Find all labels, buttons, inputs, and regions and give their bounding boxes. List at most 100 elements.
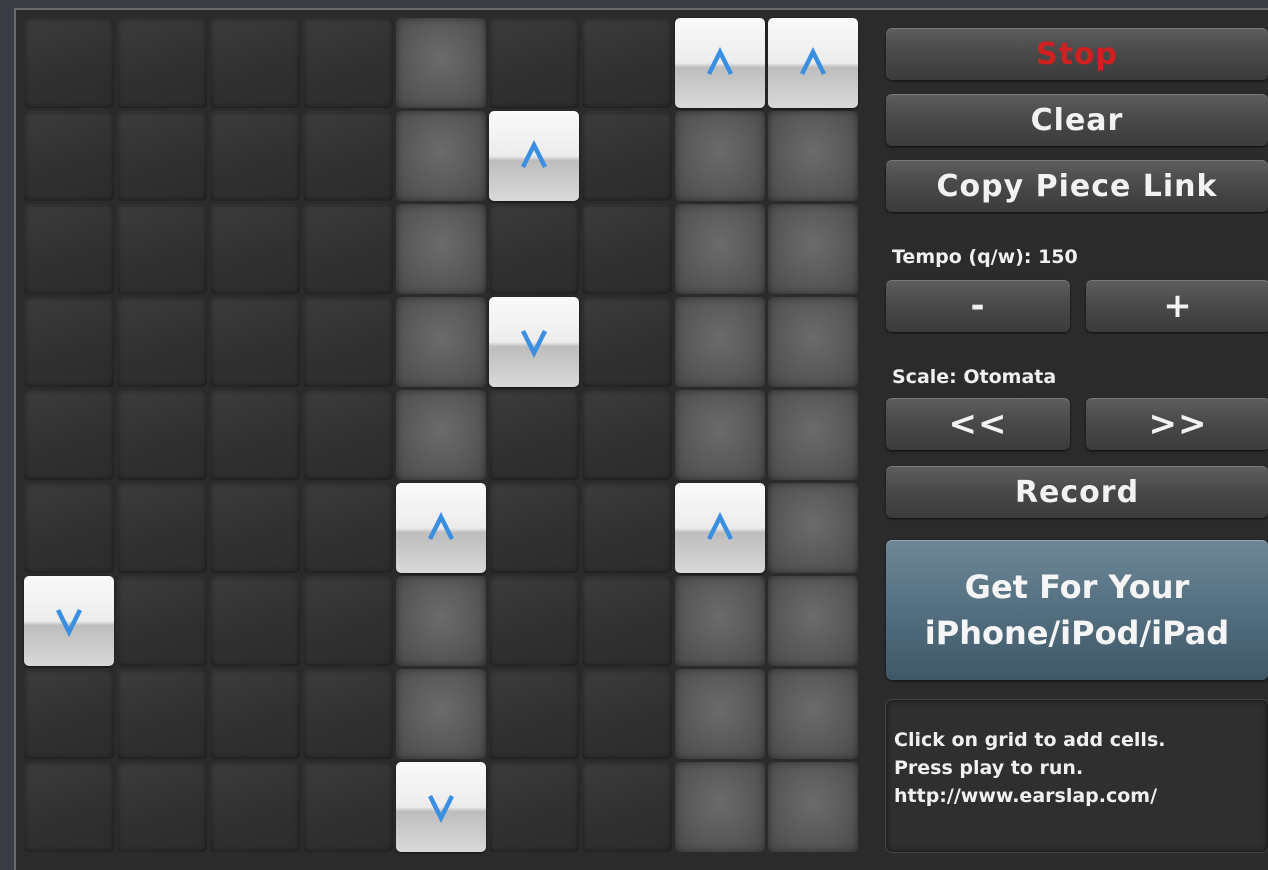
grid-cell[interactable] bbox=[117, 576, 207, 666]
grid-cell[interactable] bbox=[675, 390, 765, 480]
grid-cell[interactable] bbox=[210, 297, 300, 387]
grid-cell[interactable] bbox=[489, 576, 579, 666]
grid-cell[interactable] bbox=[675, 204, 765, 294]
grid-cell[interactable] bbox=[117, 204, 207, 294]
grid-cell[interactable] bbox=[675, 762, 765, 852]
grid-cell[interactable] bbox=[303, 762, 393, 852]
promo-line-1: Get For Your bbox=[964, 568, 1190, 606]
grid-cell[interactable] bbox=[582, 18, 672, 108]
grid-cell[interactable] bbox=[303, 576, 393, 666]
tempo-increase-button[interactable]: + bbox=[1086, 280, 1268, 332]
grid-cell[interactable] bbox=[210, 18, 300, 108]
grid-cell[interactable] bbox=[768, 204, 858, 294]
grid-cell[interactable] bbox=[489, 669, 579, 759]
grid-cell[interactable] bbox=[768, 111, 858, 201]
grid-cell[interactable] bbox=[768, 483, 858, 573]
grid-cell[interactable] bbox=[768, 576, 858, 666]
grid-cell[interactable] bbox=[489, 762, 579, 852]
get-app-promo-button[interactable]: Get For Your iPhone/iPod/iPad bbox=[886, 540, 1268, 680]
grid-cell[interactable] bbox=[117, 762, 207, 852]
grid-cell[interactable] bbox=[24, 111, 114, 201]
grid-cell[interactable] bbox=[303, 390, 393, 480]
grid-cell[interactable] bbox=[675, 111, 765, 201]
grid-cell[interactable] bbox=[582, 390, 672, 480]
control-panel: Stop Clear Copy Piece Link Tempo (q/w): … bbox=[872, 18, 1268, 852]
grid-cell[interactable] bbox=[24, 18, 114, 108]
grid-cell[interactable] bbox=[396, 669, 486, 759]
arrow-up-icon bbox=[799, 47, 827, 76]
grid-cell[interactable] bbox=[489, 18, 579, 108]
grid-cell[interactable] bbox=[210, 576, 300, 666]
grid-cell[interactable] bbox=[489, 390, 579, 480]
grid-cell[interactable] bbox=[24, 390, 114, 480]
grid-cell[interactable] bbox=[489, 204, 579, 294]
grid-cell[interactable] bbox=[117, 297, 207, 387]
grid-cell[interactable] bbox=[210, 762, 300, 852]
grid-cell-active-up[interactable] bbox=[489, 111, 579, 201]
grid-cell[interactable] bbox=[117, 18, 207, 108]
scale-prev-button[interactable]: << bbox=[886, 398, 1070, 450]
scale-label: Scale: Otomata bbox=[892, 366, 1057, 388]
grid-cell[interactable] bbox=[396, 576, 486, 666]
grid-cell[interactable] bbox=[396, 18, 486, 108]
grid-cell[interactable] bbox=[24, 483, 114, 573]
website-link[interactable]: http://www.earslap.com/ bbox=[894, 782, 1268, 810]
grid-cell-active-up[interactable] bbox=[675, 18, 765, 108]
grid-cell[interactable] bbox=[24, 204, 114, 294]
arrow-up-icon bbox=[520, 140, 548, 169]
grid-cell[interactable] bbox=[117, 390, 207, 480]
grid-cell[interactable] bbox=[582, 576, 672, 666]
stop-button[interactable]: Stop bbox=[886, 28, 1268, 80]
grid-cell-active-down[interactable] bbox=[489, 297, 579, 387]
grid-cell[interactable] bbox=[396, 204, 486, 294]
grid-cell[interactable] bbox=[582, 762, 672, 852]
grid-cell[interactable] bbox=[768, 669, 858, 759]
grid-cell[interactable] bbox=[210, 669, 300, 759]
grid-cell[interactable] bbox=[303, 18, 393, 108]
grid-cell[interactable] bbox=[303, 669, 393, 759]
clear-button[interactable]: Clear bbox=[886, 94, 1268, 146]
grid-cell[interactable] bbox=[210, 483, 300, 573]
grid-cell[interactable] bbox=[210, 204, 300, 294]
grid-cell-active-up[interactable] bbox=[396, 483, 486, 573]
grid-cell[interactable] bbox=[675, 576, 765, 666]
grid-cell-active-down[interactable] bbox=[24, 576, 114, 666]
record-button[interactable]: Record bbox=[886, 466, 1268, 518]
grid-cell[interactable] bbox=[24, 669, 114, 759]
grid-cell[interactable] bbox=[303, 483, 393, 573]
grid-cell[interactable] bbox=[210, 111, 300, 201]
grid-cell-active-up[interactable] bbox=[675, 483, 765, 573]
instruction-line-2: Press play to run. bbox=[894, 757, 1084, 779]
arrow-down-icon bbox=[55, 608, 83, 637]
grid-cell[interactable] bbox=[117, 669, 207, 759]
grid-cell-active-up[interactable] bbox=[768, 18, 858, 108]
grid-cell[interactable] bbox=[768, 762, 858, 852]
grid-cell[interactable] bbox=[768, 297, 858, 387]
scale-next-button[interactable]: >> bbox=[1086, 398, 1268, 450]
grid-cell[interactable] bbox=[24, 297, 114, 387]
grid-cell[interactable] bbox=[396, 297, 486, 387]
grid-cell[interactable] bbox=[210, 390, 300, 480]
grid-cell[interactable] bbox=[768, 390, 858, 480]
tempo-label: Tempo (q/w): 150 bbox=[892, 246, 1078, 268]
copy-piece-link-button[interactable]: Copy Piece Link bbox=[886, 160, 1268, 212]
grid-cell[interactable] bbox=[396, 111, 486, 201]
grid-cell[interactable] bbox=[582, 483, 672, 573]
grid-cell[interactable] bbox=[582, 669, 672, 759]
grid-cell[interactable] bbox=[675, 297, 765, 387]
grid-cell[interactable] bbox=[489, 483, 579, 573]
tempo-decrease-button[interactable]: - bbox=[886, 280, 1070, 332]
grid-cell[interactable] bbox=[582, 297, 672, 387]
grid-cell[interactable] bbox=[396, 390, 486, 480]
grid-cell[interactable] bbox=[582, 204, 672, 294]
grid-cell-active-down[interactable] bbox=[396, 762, 486, 852]
grid-cell[interactable] bbox=[117, 111, 207, 201]
grid-cell[interactable] bbox=[117, 483, 207, 573]
otomata-grid[interactable] bbox=[24, 18, 858, 852]
grid-cell[interactable] bbox=[582, 111, 672, 201]
grid-cell[interactable] bbox=[675, 669, 765, 759]
grid-cell[interactable] bbox=[303, 297, 393, 387]
grid-cell[interactable] bbox=[24, 762, 114, 852]
grid-cell[interactable] bbox=[303, 111, 393, 201]
grid-cell[interactable] bbox=[303, 204, 393, 294]
